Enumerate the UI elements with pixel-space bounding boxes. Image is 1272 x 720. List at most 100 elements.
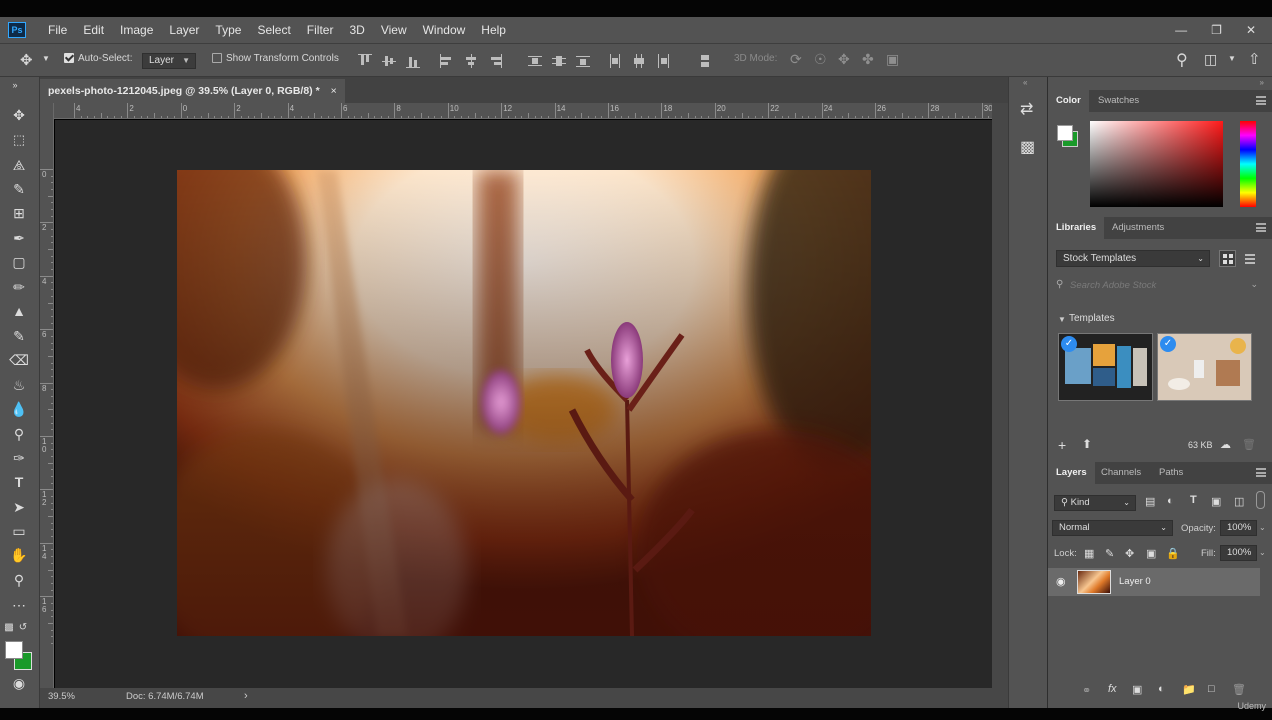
panel-menu-icon[interactable] (1256, 468, 1266, 477)
close-tab-icon[interactable]: × (331, 85, 337, 97)
distribute-vcenter-icon[interactable] (552, 54, 566, 68)
menu-type[interactable]: Type (207, 17, 249, 43)
menu-image[interactable]: Image (112, 17, 161, 43)
blur-tool-icon[interactable]: 💧 (8, 399, 30, 419)
move-tool-preset-icon[interactable]: ✥ (20, 51, 33, 69)
layer-filter-dropdown[interactable]: ⚲ Kind ⌄ (1054, 495, 1136, 511)
path-selection-tool-icon[interactable]: ➤ (8, 497, 30, 517)
auto-align-layers-icon[interactable] (698, 54, 712, 68)
expand-panels-icon[interactable]: « (1023, 78, 1027, 87)
layer-style-icon[interactable]: fx (1108, 683, 1117, 695)
vertical-scrollbar[interactable] (992, 103, 1008, 688)
lock-image-icon[interactable]: ✎ (1105, 547, 1114, 560)
3d-roll-icon[interactable]: ☉ (814, 51, 827, 68)
more-tools-icon[interactable]: ⋯ (8, 595, 30, 615)
zoom-tool-icon[interactable]: ⚲ (8, 570, 30, 590)
lock-transparent-icon[interactable]: ▦ (1084, 547, 1094, 560)
filter-toggle[interactable] (1256, 491, 1265, 509)
filter-adjustment-icon[interactable]: ◐ (1167, 495, 1174, 507)
align-left-icon[interactable] (440, 54, 454, 68)
workspace-icon[interactable]: ◫ (1204, 51, 1217, 68)
paint-bucket-tool-icon[interactable]: ♨ (8, 375, 30, 395)
healing-brush-tool-icon[interactable]: ✏ (8, 277, 30, 297)
layer-row[interactable]: ◉ Layer 0 (1048, 568, 1260, 596)
add-mask-icon[interactable]: ▣ (1132, 683, 1142, 696)
frame-tool-icon[interactable]: ▢ (8, 252, 30, 272)
lock-all-icon[interactable]: 🔒 (1166, 547, 1180, 560)
auto-select-checkbox[interactable]: Auto-Select: (64, 53, 132, 64)
filter-shape-icon[interactable]: ▣ (1211, 495, 1221, 508)
eye-visibility-icon[interactable]: ◉ (1056, 575, 1066, 588)
align-top-icon[interactable] (358, 54, 372, 68)
auto-select-dropdown[interactable]: Layer ▼ (142, 53, 196, 69)
clone-stamp-tool-icon[interactable]: ▲ (8, 301, 30, 321)
tab-channels[interactable]: Channels (1093, 462, 1149, 484)
quick-mask-icon[interactable]: ◉ (8, 673, 30, 693)
rectangle-tool-icon[interactable]: ▭ (8, 521, 30, 541)
new-layer-icon[interactable]: □ (1208, 683, 1215, 695)
menu-window[interactable]: Window (415, 17, 474, 43)
filter-type-icon[interactable]: T (1190, 494, 1197, 506)
library-dropdown[interactable]: Stock Templates ⌄ (1056, 250, 1210, 267)
chevron-down-icon[interactable]: ▼ (42, 54, 50, 63)
distribute-hcenter-icon[interactable] (632, 54, 646, 68)
panel-menu-icon[interactable] (1256, 96, 1266, 105)
align-vertical-center-icon[interactable] (382, 54, 396, 68)
lock-position-icon[interactable]: ✥ (1125, 547, 1134, 560)
history-panel-icon[interactable]: ⇄ (1020, 99, 1033, 119)
menu-select[interactable]: Select (249, 17, 298, 43)
search-icon[interactable]: ⚲ (1176, 50, 1188, 70)
restore-icon[interactable]: ❐ (1211, 23, 1222, 37)
add-library-item-icon[interactable]: + (1058, 437, 1066, 453)
align-right-icon[interactable] (488, 54, 502, 68)
filter-pixel-icon[interactable]: ▤ (1145, 495, 1155, 508)
type-tool-icon[interactable]: T (8, 472, 30, 492)
pen-tool-icon[interactable]: ✑ (8, 448, 30, 468)
filter-smart-object-icon[interactable]: ◫ (1234, 495, 1244, 508)
foreground-color-chip[interactable] (1057, 125, 1073, 141)
upload-icon[interactable]: ⬆ (1082, 437, 1092, 451)
distribute-bottom-icon[interactable] (576, 54, 590, 68)
template-thumbnail-1[interactable]: ✓ (1058, 333, 1153, 401)
panel-menu-icon[interactable] (1256, 223, 1266, 232)
zoom-level[interactable]: 39.5% (48, 691, 75, 702)
blend-mode-dropdown[interactable]: Normal ⌄ (1052, 520, 1173, 536)
close-window-icon[interactable]: ✕ (1246, 23, 1256, 37)
trash-icon[interactable]: 🗑 (1242, 438, 1256, 451)
distribute-top-icon[interactable] (528, 54, 542, 68)
chevron-down-icon[interactable]: ▼ (1228, 54, 1236, 63)
dodge-tool-icon[interactable]: ⚲ (8, 424, 30, 444)
tab-swatches[interactable]: Swatches (1090, 90, 1147, 112)
photoshop-logo-icon[interactable]: Ps (8, 22, 26, 38)
chevron-down-icon[interactable]: ⌄ (1250, 279, 1258, 290)
new-group-icon[interactable]: 📁 (1182, 683, 1196, 696)
vertical-ruler[interactable]: 0 2 4 6 8 1 0 1 2 1 4 1 6 (40, 103, 54, 688)
menu-view[interactable]: View (373, 17, 415, 43)
opacity-input[interactable]: 100% (1220, 520, 1257, 536)
show-transform-checkbox[interactable]: Show Transform Controls (212, 53, 339, 64)
menu-layer[interactable]: Layer (161, 17, 207, 43)
align-bottom-icon[interactable] (406, 54, 420, 68)
share-icon[interactable]: ⇧ (1248, 50, 1261, 68)
tab-color[interactable]: Color (1048, 90, 1089, 112)
stock-search-input[interactable]: Search Adobe Stock (1070, 280, 1156, 291)
trash-icon[interactable]: 🗑 (1232, 683, 1246, 696)
collapse-panels-icon[interactable]: » (1260, 78, 1264, 87)
cloud-sync-icon[interactable]: ☁ (1220, 438, 1231, 451)
chevron-right-icon[interactable]: › (244, 690, 248, 702)
new-adjustment-layer-icon[interactable]: ◐ (1158, 683, 1165, 695)
distribute-right-icon[interactable] (656, 54, 670, 68)
hue-slider[interactable] (1240, 121, 1256, 207)
menu-file[interactable]: File (40, 17, 75, 43)
history-brush-tool-icon[interactable]: ✎ (8, 326, 30, 346)
3d-scale-icon[interactable]: ▣ (886, 51, 899, 68)
menu-filter[interactable]: Filter (299, 17, 342, 43)
move-tool-icon[interactable]: ✥ (8, 105, 30, 125)
properties-panel-icon[interactable]: ▩ (1020, 137, 1035, 157)
align-horizontal-center-icon[interactable] (464, 54, 478, 68)
quick-selection-tool-icon[interactable]: ✎ (8, 179, 30, 199)
default-colors-icon[interactable]: ▩ (2, 618, 16, 638)
foreground-color-swatch[interactable] (5, 641, 23, 659)
lock-artboard-icon[interactable]: ▣ (1146, 547, 1156, 560)
menu-edit[interactable]: Edit (75, 17, 112, 43)
